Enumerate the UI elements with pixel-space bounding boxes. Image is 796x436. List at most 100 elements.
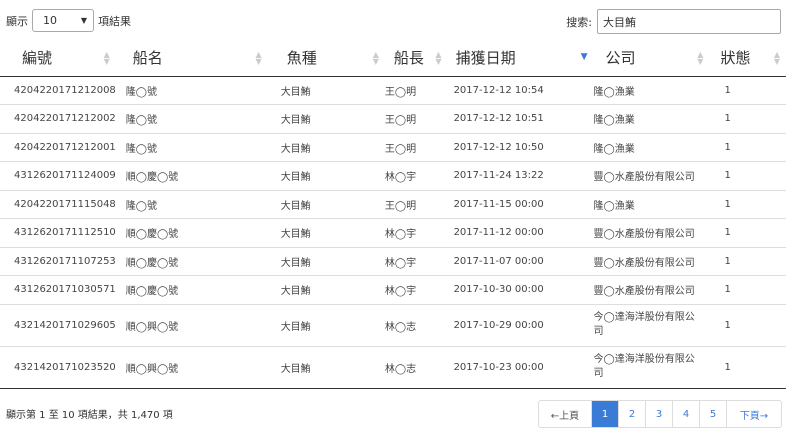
cell-status: 1 bbox=[709, 346, 786, 389]
table-row[interactable]: 4204220171212001 隆◯號 大目鮪 王◯明 2017-12-12 … bbox=[0, 133, 786, 162]
length-select[interactable]: 10 ▼ bbox=[32, 9, 94, 32]
pagination-page-3[interactable]: 3 bbox=[646, 401, 673, 427]
cell-vessel: 順◯慶◯號 bbox=[115, 247, 268, 276]
cell-catch-date: 2017-12-12 10:50 bbox=[447, 133, 594, 162]
table-row[interactable]: 4321420171029605 順◯興◯號 大目鮪 林◯志 2017-10-2… bbox=[0, 304, 786, 347]
cell-vessel: 順◯慶◯號 bbox=[115, 218, 268, 248]
table-row[interactable]: 4312620171112510 順◯慶◯號 大目鮪 林◯宇 2017-11-1… bbox=[0, 218, 786, 248]
cell-status: 1 bbox=[709, 304, 786, 347]
cell-status: 1 bbox=[709, 190, 786, 219]
cell-catch-date: 2017-11-24 13:22 bbox=[447, 161, 594, 191]
cell-captain: 林◯宇 bbox=[384, 275, 448, 305]
cell-vessel: 順◯慶◯號 bbox=[115, 161, 268, 191]
cell-catch-date: 2017-10-29 00:00 bbox=[447, 304, 594, 347]
cell-species: 大目鮪 bbox=[267, 247, 385, 276]
cell-id: 4312620171124009 bbox=[0, 161, 116, 191]
table-row[interactable]: 4204220171212008 隆◯號 大目鮪 王◯明 2017-12-12 … bbox=[0, 76, 786, 105]
cell-status: 1 bbox=[709, 218, 786, 248]
cell-company: 豐◯水產股份有限公司 bbox=[593, 247, 710, 276]
table-header-row: 編號 ▲ ▼ 船名 ▲ ▼ 魚種 ▲ ▼ 船長 ▲ ▼ 捕獲日期 ▼ 公司 ▲ ▼ 狀態 ▲ ▼ bbox=[0, 40, 786, 77]
cell-id: 4312620171112510 bbox=[0, 218, 116, 248]
sort-both-icon: ▲ ▼ bbox=[103, 50, 110, 66]
cell-status: 1 bbox=[709, 247, 786, 276]
cell-id: 4204220171115048 bbox=[0, 190, 116, 219]
pagination-page-1[interactable]: 1 bbox=[592, 401, 619, 427]
sort-both-icon: ▲ ▼ bbox=[372, 50, 379, 66]
cell-company: 隆◯漁業 bbox=[593, 190, 710, 219]
cell-catch-date: 2017-12-12 10:54 bbox=[447, 76, 594, 105]
table-row[interactable]: 4204220171212002 隆◯號 大目鮪 王◯明 2017-12-12 … bbox=[0, 104, 786, 134]
cell-company: 今◯達海洋股份有限公司 bbox=[593, 346, 710, 389]
table-row[interactable]: 4204220171115048 隆◯號 大目鮪 王◯明 2017-11-15 … bbox=[0, 190, 786, 219]
cell-status: 1 bbox=[709, 275, 786, 305]
cell-id: 4204220171212008 bbox=[0, 76, 116, 105]
table-row[interactable]: 4312620171030571 順◯慶◯號 大目鮪 林◯宇 2017-10-3… bbox=[0, 275, 786, 305]
cell-species: 大目鮪 bbox=[267, 190, 385, 219]
pagination-page-4[interactable]: 4 bbox=[673, 401, 700, 427]
pagination-page-2[interactable]: 2 bbox=[619, 401, 646, 427]
pagination: ←上頁 1 2 3 4 5 下頁→ bbox=[538, 400, 782, 428]
cell-catch-date: 2017-12-12 10:51 bbox=[447, 104, 594, 134]
column-header-company[interactable]: 公司 ▲ ▼ bbox=[593, 40, 710, 77]
cell-vessel: 隆◯號 bbox=[115, 104, 268, 134]
search-label: 搜索: bbox=[566, 15, 592, 29]
cell-captain: 林◯宇 bbox=[384, 247, 448, 276]
column-header-captain[interactable]: 船長 ▲ ▼ bbox=[384, 40, 448, 77]
cell-company: 隆◯漁業 bbox=[593, 76, 710, 105]
cell-vessel: 隆◯號 bbox=[115, 133, 268, 162]
cell-company: 豐◯水產股份有限公司 bbox=[593, 275, 710, 305]
column-header-vessel[interactable]: 船名 ▲ ▼ bbox=[115, 40, 268, 77]
table-toolbar: 顯示 10 ▼ 項結果 搜索: bbox=[0, 0, 796, 40]
cell-id: 4204220171212002 bbox=[0, 104, 116, 134]
length-prefix: 顯示 bbox=[6, 14, 28, 28]
cell-captain: 王◯明 bbox=[384, 190, 448, 219]
cell-species: 大目鮪 bbox=[267, 304, 385, 347]
column-header-id[interactable]: 編號 ▲ ▼ bbox=[0, 40, 116, 77]
sort-desc-icon: ▼ bbox=[580, 52, 588, 62]
length-suffix: 項結果 bbox=[98, 14, 131, 28]
cell-id: 4321420171029605 bbox=[0, 304, 116, 347]
catch-records-table: 編號 ▲ ▼ 船名 ▲ ▼ 魚種 ▲ ▼ 船長 ▲ ▼ 捕獲日期 ▼ 公司 ▲ ▼ 狀態 ▲ ▼ 4204… bbox=[0, 40, 786, 389]
cell-company: 豐◯水產股份有限公司 bbox=[593, 161, 710, 191]
cell-species: 大目鮪 bbox=[267, 104, 385, 134]
column-header-species[interactable]: 魚種 ▲ ▼ bbox=[267, 40, 385, 77]
cell-captain: 林◯志 bbox=[384, 304, 448, 347]
cell-vessel: 順◯興◯號 bbox=[115, 346, 268, 389]
table-row[interactable]: 4312620171124009 順◯慶◯號 大目鮪 林◯宇 2017-11-2… bbox=[0, 161, 786, 191]
pagination-next-button[interactable]: 下頁→ bbox=[727, 401, 781, 427]
cell-catch-date: 2017-10-23 00:00 bbox=[447, 346, 594, 389]
search-input[interactable] bbox=[597, 9, 781, 34]
cell-vessel: 隆◯號 bbox=[115, 76, 268, 105]
pagination-prev-button[interactable]: ←上頁 bbox=[539, 401, 592, 427]
column-header-catch-date[interactable]: 捕獲日期 ▼ bbox=[447, 40, 594, 77]
column-header-status[interactable]: 狀態 ▲ ▼ bbox=[709, 40, 786, 77]
cell-status: 1 bbox=[709, 161, 786, 191]
cell-species: 大目鮪 bbox=[267, 218, 385, 248]
company-text: 今◯達海洋股份有限公司 bbox=[593, 354, 695, 379]
cell-id: 4312620171107253 bbox=[0, 247, 116, 276]
sort-both-icon: ▲ ▼ bbox=[435, 50, 442, 66]
cell-species: 大目鮪 bbox=[267, 275, 385, 305]
cell-status: 1 bbox=[709, 133, 786, 162]
cell-captain: 林◯宇 bbox=[384, 161, 448, 191]
pagination-page-5[interactable]: 5 bbox=[700, 401, 727, 427]
cell-vessel: 順◯興◯號 bbox=[115, 304, 268, 347]
cell-vessel: 順◯慶◯號 bbox=[115, 275, 268, 305]
cell-company: 豐◯水產股份有限公司 bbox=[593, 218, 710, 248]
cell-catch-date: 2017-11-15 00:00 bbox=[447, 190, 594, 219]
table-info: 顯示第 1 至 10 項結果，共 1,470 項 bbox=[6, 410, 173, 421]
company-text: 今◯達海洋股份有限公司 bbox=[593, 312, 695, 337]
sort-both-icon: ▲ ▼ bbox=[697, 50, 704, 66]
cell-id: 4321420171023520 bbox=[0, 346, 116, 389]
cell-id: 4204220171212001 bbox=[0, 133, 116, 162]
cell-species: 大目鮪 bbox=[267, 133, 385, 162]
cell-company: 今◯達海洋股份有限公司 bbox=[593, 304, 710, 347]
table-row[interactable]: 4312620171107253 順◯慶◯號 大目鮪 林◯宇 2017-11-0… bbox=[0, 247, 786, 276]
cell-species: 大目鮪 bbox=[267, 161, 385, 191]
cell-company: 隆◯漁業 bbox=[593, 104, 710, 134]
table-row[interactable]: 4321420171023520 順◯興◯號 大目鮪 林◯志 2017-10-2… bbox=[0, 346, 786, 389]
cell-species: 大目鮪 bbox=[267, 346, 385, 389]
sort-both-icon: ▲ ▼ bbox=[773, 50, 780, 66]
cell-status: 1 bbox=[709, 104, 786, 134]
cell-captain: 林◯宇 bbox=[384, 218, 448, 248]
